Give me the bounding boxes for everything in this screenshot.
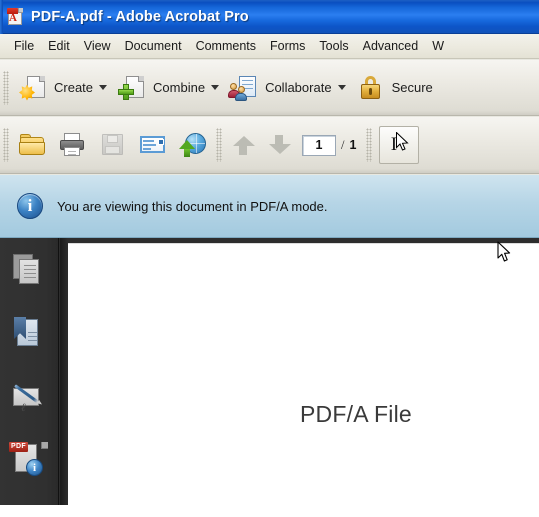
menu-item-forms[interactable]: Forms	[263, 37, 312, 55]
toolbar-grip[interactable]	[3, 128, 9, 162]
acrobat-pdf-icon: A	[7, 7, 24, 26]
collaborate-button[interactable]: Collaborate	[224, 68, 351, 108]
chevron-down-icon[interactable]	[99, 85, 108, 90]
toolbar-grip[interactable]	[366, 128, 373, 162]
combine-button-label: Combine	[153, 80, 206, 95]
open-file-button[interactable]	[13, 125, 53, 165]
pdfa-mode-notification-bar: i You are viewing this document in PDF/A…	[0, 175, 539, 238]
envelope-icon	[138, 131, 168, 159]
content-area: ℓ PDF i PDF/A File	[0, 238, 539, 505]
collaborate-button-label: Collaborate	[265, 80, 332, 95]
document-page: PDF/A File	[68, 243, 539, 505]
info-icon: i	[17, 193, 43, 219]
menu-item-advanced[interactable]: Advanced	[356, 37, 426, 55]
chevron-down-icon[interactable]	[211, 85, 220, 90]
page-total-count: 1	[349, 138, 357, 152]
collaborate-icon	[228, 74, 259, 102]
text-select-tool-button[interactable]: I	[379, 126, 420, 164]
pdfa-mode-message: You are viewing this document in PDF/A m…	[57, 198, 328, 214]
viewport-shadow	[60, 238, 68, 505]
document-viewport[interactable]: PDF/A File	[60, 238, 539, 505]
next-page-button	[262, 125, 298, 165]
arrow-cursor	[497, 241, 511, 263]
file-toolbar: 1 / 1 I	[0, 117, 539, 174]
main-toolbar: Create Combine Collaborate Secure	[0, 60, 539, 116]
toolbar-grip[interactable]	[216, 128, 222, 162]
menu-item-view[interactable]: View	[77, 37, 118, 55]
printer-icon	[58, 131, 88, 159]
window-title: PDF-A.pdf - Adobe Acrobat Pro	[31, 8, 249, 25]
page-separator: /	[341, 137, 345, 152]
menu-item-file[interactable]: File	[7, 37, 41, 55]
menu-item-window[interactable]: W	[425, 37, 451, 55]
page-text-content: PDF/A File	[300, 401, 412, 427]
title-bar-edge	[0, 0, 3, 34]
title-bar: A PDF-A.pdf - Adobe Acrobat Pro	[0, 0, 539, 34]
menu-item-tools[interactable]: Tools	[312, 37, 355, 55]
email-button[interactable]	[133, 125, 173, 165]
arrow-down-icon	[267, 132, 293, 158]
nav-button-signatures[interactable]: ℓ	[9, 380, 49, 420]
create-button-label: Create	[54, 80, 94, 95]
secure-button[interactable]: Secure	[351, 68, 438, 108]
combine-button[interactable]: Combine	[112, 68, 224, 108]
menu-item-edit[interactable]: Edit	[41, 37, 77, 55]
secure-button-label: Secure	[391, 80, 433, 95]
create-pdf-icon	[18, 74, 48, 102]
globe-upload-icon	[178, 131, 208, 159]
print-button[interactable]	[53, 125, 93, 165]
screenshot-bottom-margin	[0, 505, 539, 517]
acrobat-application-window: A PDF-A.pdf - Adobe Acrobat Pro File Edi…	[0, 0, 539, 505]
previous-page-button	[226, 125, 262, 165]
create-button[interactable]: Create	[13, 68, 112, 108]
toolbar-grip[interactable]	[3, 70, 9, 105]
folder-open-icon	[18, 131, 48, 159]
nav-button-standards[interactable]: PDF i	[9, 441, 49, 481]
arrow-up-icon	[231, 132, 257, 158]
arrow-cursor-icon	[396, 132, 410, 152]
padlock-icon	[356, 74, 386, 102]
page-number-input[interactable]: 1	[302, 134, 336, 156]
navigation-pane: ℓ PDF i	[0, 238, 59, 505]
menu-item-comments[interactable]: Comments	[189, 37, 263, 55]
floppy-disk-icon	[98, 131, 128, 159]
menu-item-document[interactable]: Document	[118, 37, 189, 55]
pdf-tag-label: PDF	[9, 442, 28, 452]
chevron-down-icon[interactable]	[337, 85, 346, 90]
save-button	[93, 125, 133, 165]
menu-bar: File Edit View Document Comments Forms T…	[0, 34, 539, 59]
combine-files-icon	[117, 74, 147, 102]
info-badge-icon: i	[26, 459, 43, 476]
nav-button-pages[interactable]	[9, 252, 49, 292]
nav-button-bookmarks[interactable]	[9, 316, 49, 356]
upload-button[interactable]	[173, 125, 213, 165]
